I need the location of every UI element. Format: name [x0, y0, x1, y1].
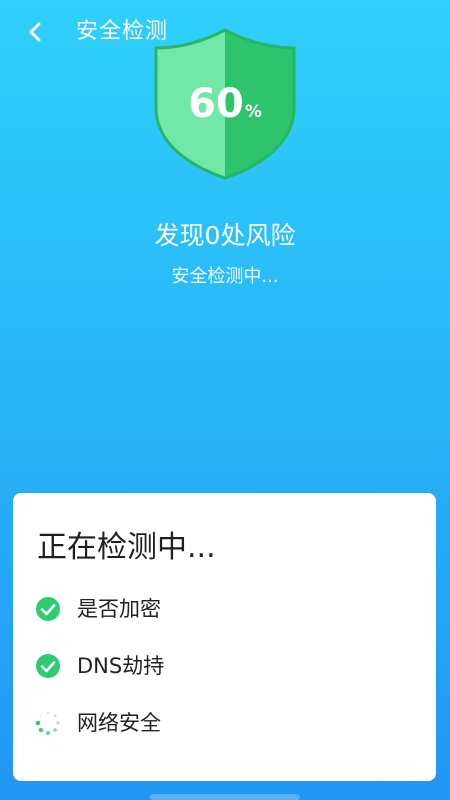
check-item-label: DNS劫持 [77, 654, 165, 678]
check-circle-icon [35, 596, 61, 622]
back-button[interactable] [20, 16, 52, 48]
progress-percent: 60% [150, 80, 300, 128]
check-item-dns: DNS劫持 [35, 650, 164, 682]
check-circle-icon [35, 653, 61, 679]
chevron-left-icon [29, 22, 41, 42]
check-item-label: 是否加密 [77, 597, 161, 621]
check-item-encryption: 是否加密 [35, 593, 161, 625]
scan-status: 安全检测中... [171, 266, 279, 287]
scan-card: 正在检测中... 是否加密 DNS劫持 网络安全 [13, 493, 436, 781]
spinner-icon [35, 710, 61, 736]
card-title: 正在检测中... [37, 530, 216, 565]
check-item-network: 网络安全 [35, 707, 161, 739]
progress-number: 60 [188, 81, 244, 127]
home-indicator [150, 794, 300, 800]
risk-headline: 发现0处风险 [154, 221, 296, 250]
check-item-label: 网络安全 [77, 711, 161, 735]
progress-unit: % [244, 102, 262, 122]
shield-graphic: 60% [150, 28, 300, 180]
